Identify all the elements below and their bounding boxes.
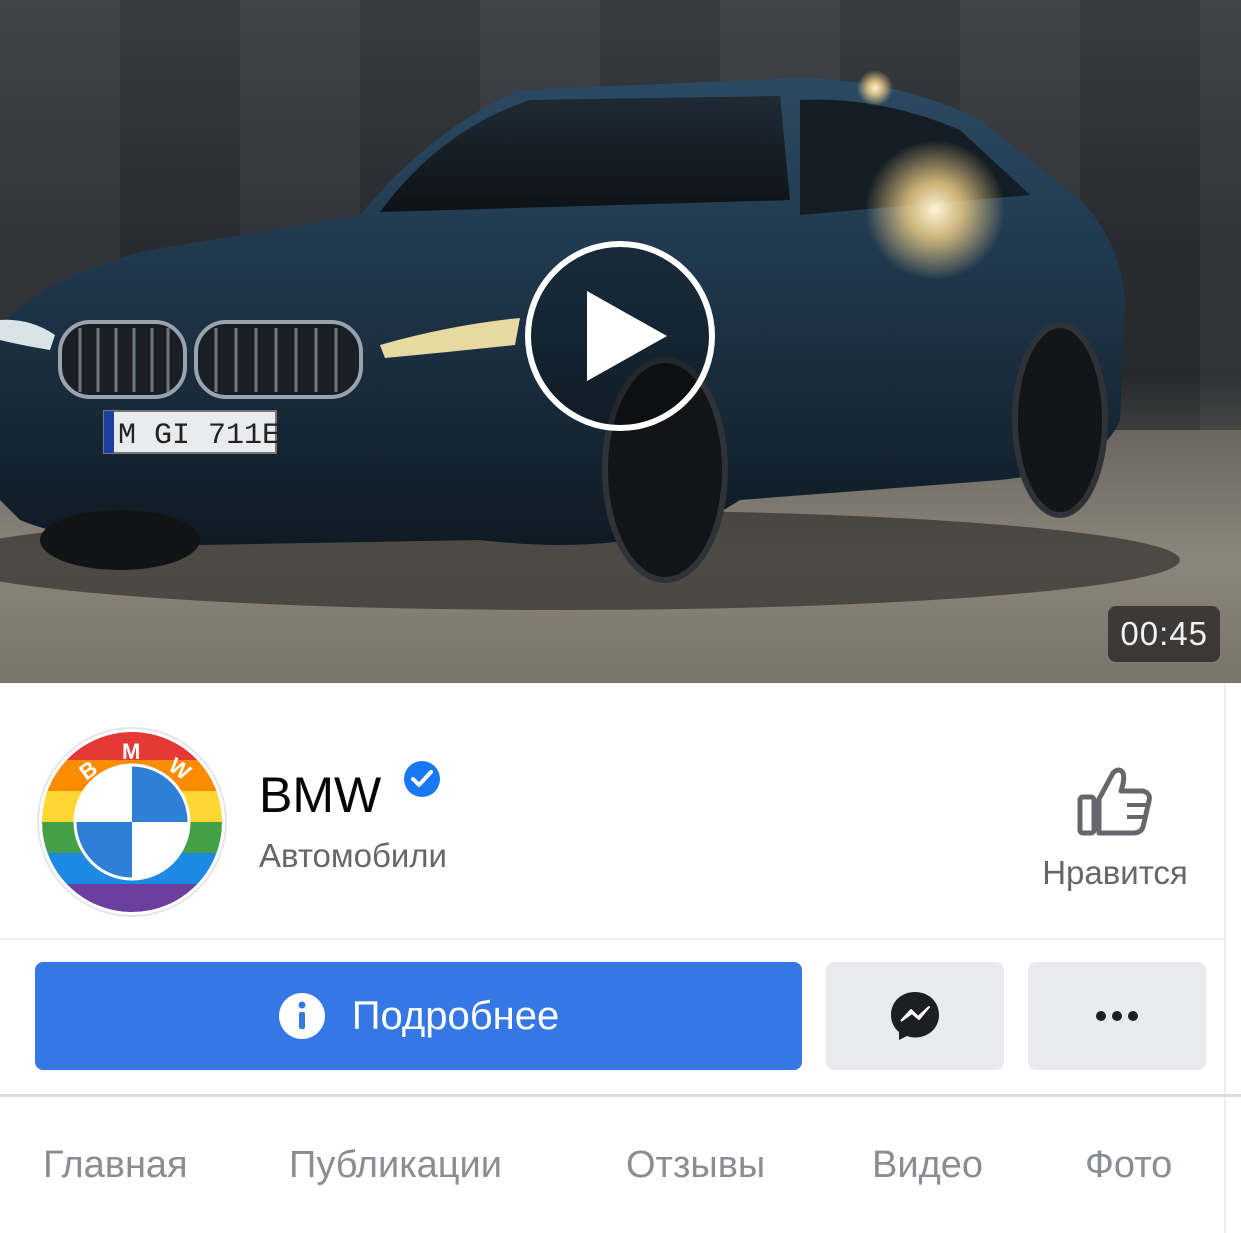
avatar-letter-m: M: [122, 739, 140, 764]
bmw-rainbow-logo: B M W: [42, 732, 222, 912]
thumbs-up-icon: [1077, 767, 1152, 836]
play-button[interactable]: [525, 241, 715, 431]
tab-home[interactable]: Главная: [43, 1140, 188, 1190]
more-dots-icon: [1096, 1011, 1138, 1021]
avatar[interactable]: B M W: [37, 727, 227, 917]
tab-photos[interactable]: Фото: [1085, 1140, 1172, 1190]
page-header: B M W BMW Автомобили Нравится: [0, 683, 1241, 939]
tab-videos[interactable]: Видео: [872, 1140, 983, 1190]
tab-posts[interactable]: Публикации: [289, 1140, 502, 1190]
divider: [1224, 683, 1226, 1233]
video-cover[interactable]: M GI 711E 00:45: [0, 0, 1241, 683]
divider: [0, 1094, 1241, 1097]
info-icon: [278, 993, 325, 1039]
like-label: Нравится: [1042, 854, 1188, 891]
play-icon: [587, 291, 667, 381]
tab-reviews[interactable]: Отзывы: [626, 1140, 765, 1190]
license-plate-text: M GI 711E: [118, 419, 280, 453]
video-duration: 00:45: [1108, 606, 1220, 662]
page-title[interactable]: BMW: [259, 765, 381, 825]
divider: [0, 938, 1224, 940]
like-button[interactable]: Нравится: [1020, 765, 1210, 892]
more-options-button[interactable]: [1028, 962, 1206, 1070]
verified-badge-icon: [404, 761, 440, 797]
messenger-button[interactable]: [826, 962, 1004, 1070]
page-category: Автомобили: [259, 837, 447, 874]
messenger-icon: [891, 992, 939, 1040]
more-info-button[interactable]: Подробнее: [35, 962, 802, 1070]
more-info-label: Подробнее: [351, 993, 560, 1038]
